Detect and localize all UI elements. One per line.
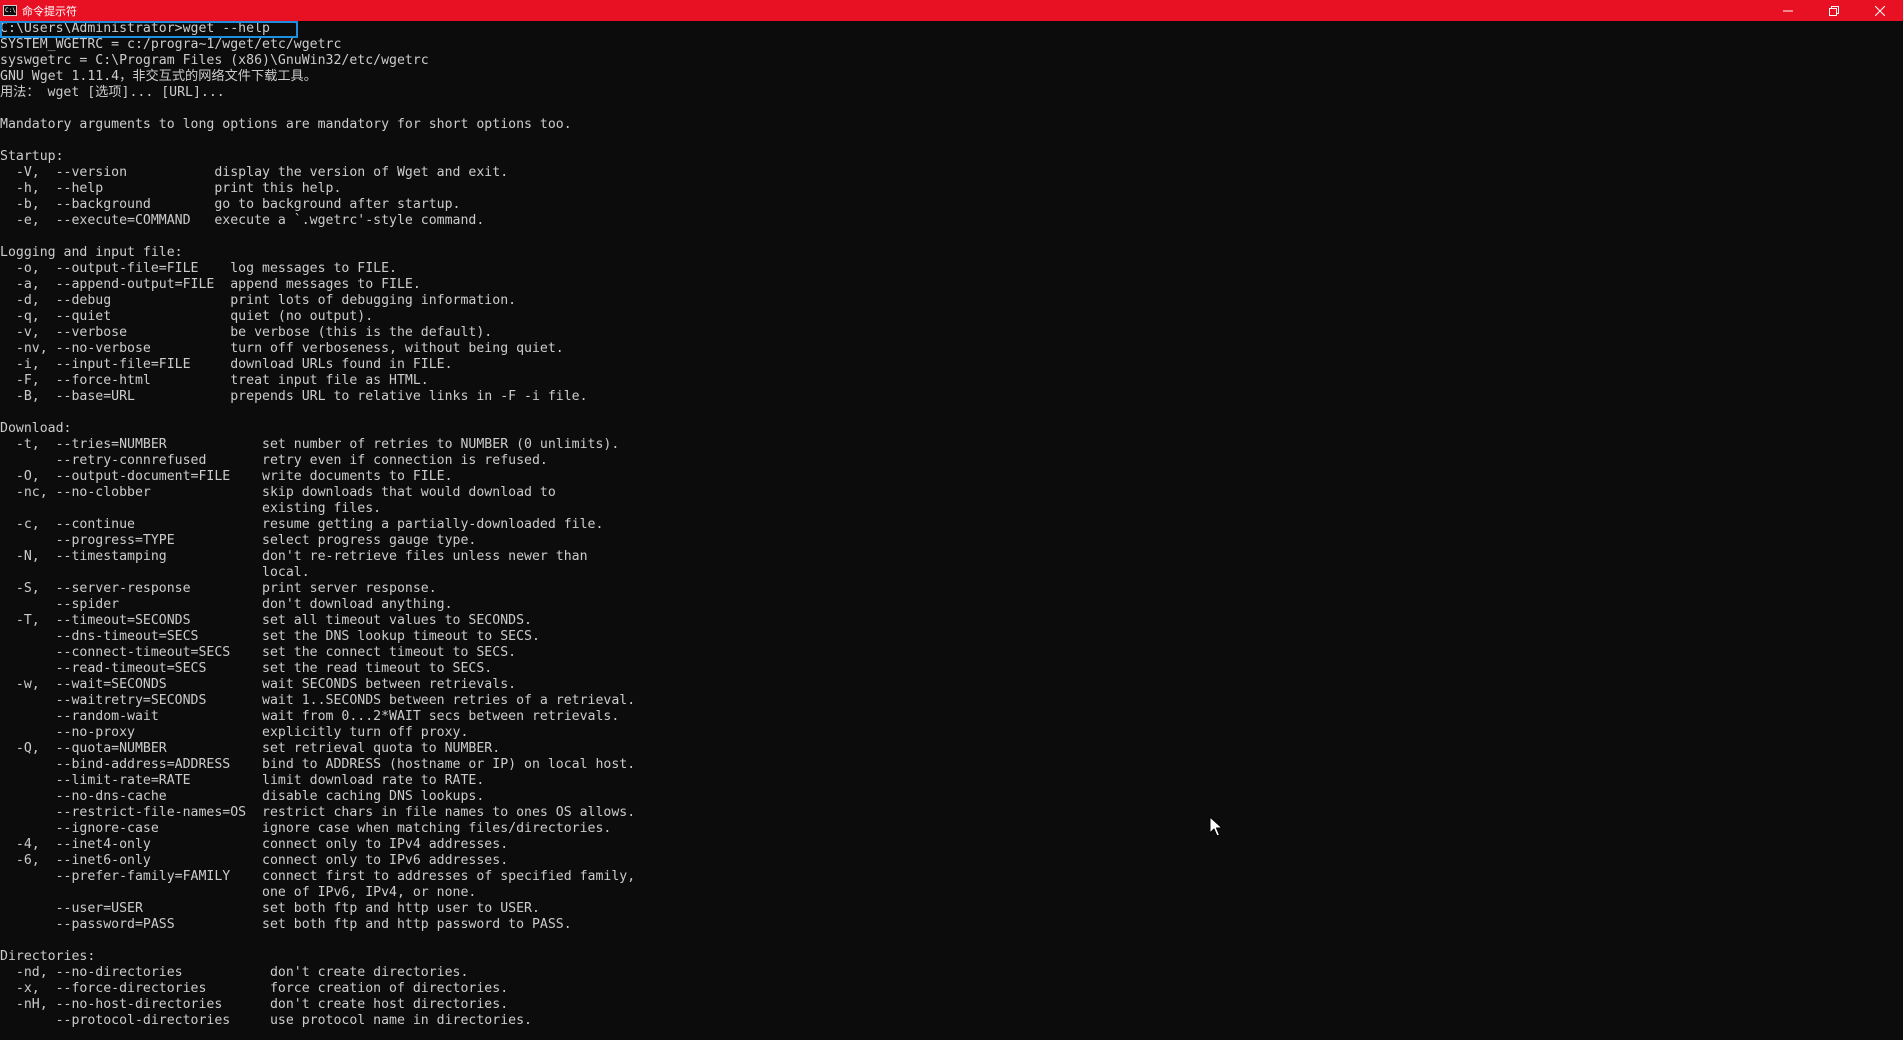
console-line: existing files. bbox=[0, 501, 382, 516]
mouse-pointer-icon bbox=[1209, 816, 1223, 837]
console-line: -S, --server-response print server respo… bbox=[0, 581, 437, 596]
console-line: --retry-connrefused retry even if connec… bbox=[0, 453, 548, 468]
console-line: -F, --force-html treat input file as HTM… bbox=[0, 373, 429, 388]
console-line: -c, --continue resume getting a partiall… bbox=[0, 517, 604, 532]
console-line: one of IPv6, IPv4, or none. bbox=[0, 885, 477, 900]
console-line: --bind-address=ADDRESS bind to ADDRESS (… bbox=[0, 757, 636, 772]
console-line: -N, --timestamping don't re-retrieve fil… bbox=[0, 549, 588, 564]
command-prompt-window: C:\ 命令提示符 C:\Users\Administrator>wget --… bbox=[0, 0, 1903, 1040]
console-line: --protocol-directories use protocol name… bbox=[0, 1013, 532, 1028]
console-line: --connect-timeout=SECS set the connect t… bbox=[0, 645, 517, 660]
restore-icon bbox=[1829, 5, 1839, 16]
console-line: -d, --debug print lots of debugging info… bbox=[0, 293, 517, 308]
window-title: 命令提示符 bbox=[22, 4, 77, 18]
console-line: 用法： wget [选项]... [URL]... bbox=[0, 85, 225, 100]
console-line: -nd, --no-directories don't create direc… bbox=[0, 965, 469, 980]
close-icon bbox=[1875, 5, 1885, 16]
console-line: Mandatory arguments to long options are … bbox=[0, 117, 572, 132]
console-line: -v, --verbose be verbose (this is the de… bbox=[0, 325, 493, 340]
restore-button[interactable] bbox=[1811, 0, 1857, 21]
window-controls bbox=[1765, 0, 1903, 21]
console-line: -nv, --no-verbose turn off verboseness, … bbox=[0, 341, 564, 356]
console-line: -h, --help print this help. bbox=[0, 181, 342, 196]
console-line: -i, --input-file=FILE download URLs foun… bbox=[0, 357, 453, 372]
console-line: -nc, --no-clobber skip downloads that wo… bbox=[0, 485, 556, 500]
console-line: -O, --output-document=FILE write documen… bbox=[0, 469, 453, 484]
console-line: --password=PASS set both ftp and http pa… bbox=[0, 917, 572, 932]
close-button[interactable] bbox=[1857, 0, 1903, 21]
console-line: Download: bbox=[0, 421, 72, 436]
console-line: --prefer-family=FAMILY connect first to … bbox=[0, 869, 636, 884]
console-line: --user=USER set both ftp and http user t… bbox=[0, 901, 540, 916]
command-prompt-app-icon[interactable]: C:\ bbox=[3, 5, 17, 16]
console-line: --spider don't download anything. bbox=[0, 597, 453, 612]
console-line: -T, --timeout=SECONDS set all timeout va… bbox=[0, 613, 532, 628]
console-line: Directories: bbox=[0, 949, 96, 964]
console-line: --restrict-file-names=OS restrict chars … bbox=[0, 805, 636, 820]
console-line: -4, --inet4-only connect only to IPv4 ad… bbox=[0, 837, 509, 852]
console-line: -a, --append-output=FILE append messages… bbox=[0, 277, 421, 292]
console-line: SYSTEM_WGETRC = c:/progra~1/wget/etc/wge… bbox=[0, 37, 342, 52]
console-line: --waitretry=SECONDS wait 1..SECONDS betw… bbox=[0, 693, 636, 708]
console-lines: C:\Users\Administrator>wget --help SYSTEM… bbox=[0, 21, 1903, 1029]
console-line: --no-dns-cache disable caching DNS looku… bbox=[0, 789, 485, 804]
console-line: local. bbox=[0, 565, 310, 580]
minimize-button[interactable] bbox=[1765, 0, 1811, 21]
console-line: --read-timeout=SECS set the read timeout… bbox=[0, 661, 493, 676]
console-line: -B, --base=URL prepends URL to relative … bbox=[0, 389, 588, 404]
console-line: Startup: bbox=[0, 149, 64, 164]
command-line: C:\Users\Administrator>wget --help bbox=[0, 21, 270, 36]
console-line: -nH, --no-host-directories don't create … bbox=[0, 997, 509, 1012]
console-line: -w, --wait=SECONDS wait SECONDS between … bbox=[0, 677, 517, 692]
console-line: -x, --force-directories force creation o… bbox=[0, 981, 509, 996]
console-line: --no-proxy explicitly turn off proxy. bbox=[0, 725, 469, 740]
console-line: -o, --output-file=FILE log messages to F… bbox=[0, 261, 397, 276]
console-line: syswgetrc = C:\Program Files (x86)\GnuWi… bbox=[0, 53, 429, 68]
title-bar[interactable]: C:\ 命令提示符 bbox=[0, 0, 1903, 21]
console-line: -t, --tries=NUMBER set number of retries… bbox=[0, 437, 620, 452]
console-line: --random-wait wait from 0...2*WAIT secs … bbox=[0, 709, 620, 724]
console-line: --progress=TYPE select progress gauge ty… bbox=[0, 533, 477, 548]
console-output[interactable]: C:\Users\Administrator>wget --help SYSTEM… bbox=[0, 21, 1903, 1040]
console-line: -V, --version display the version of Wge… bbox=[0, 165, 509, 180]
console-line: Logging and input file: bbox=[0, 245, 183, 260]
minimize-icon bbox=[1783, 10, 1793, 11]
console-line: --dns-timeout=SECS set the DNS lookup ti… bbox=[0, 629, 540, 644]
console-line: -Q, --quota=NUMBER set retrieval quota t… bbox=[0, 741, 501, 756]
console-line: -6, --inet6-only connect only to IPv6 ad… bbox=[0, 853, 509, 868]
console-line: -b, --background go to background after … bbox=[0, 197, 461, 212]
console-line: -q, --quiet quiet (no output). bbox=[0, 309, 374, 324]
console-line: --limit-rate=RATE limit download rate to… bbox=[0, 773, 485, 788]
console-line: --ignore-case ignore case when matching … bbox=[0, 821, 612, 836]
console-line: GNU Wget 1.11.4，非交互式的网络文件下载工具。 bbox=[0, 69, 317, 84]
console-line: -e, --execute=COMMAND execute a `.wgetrc… bbox=[0, 213, 485, 228]
